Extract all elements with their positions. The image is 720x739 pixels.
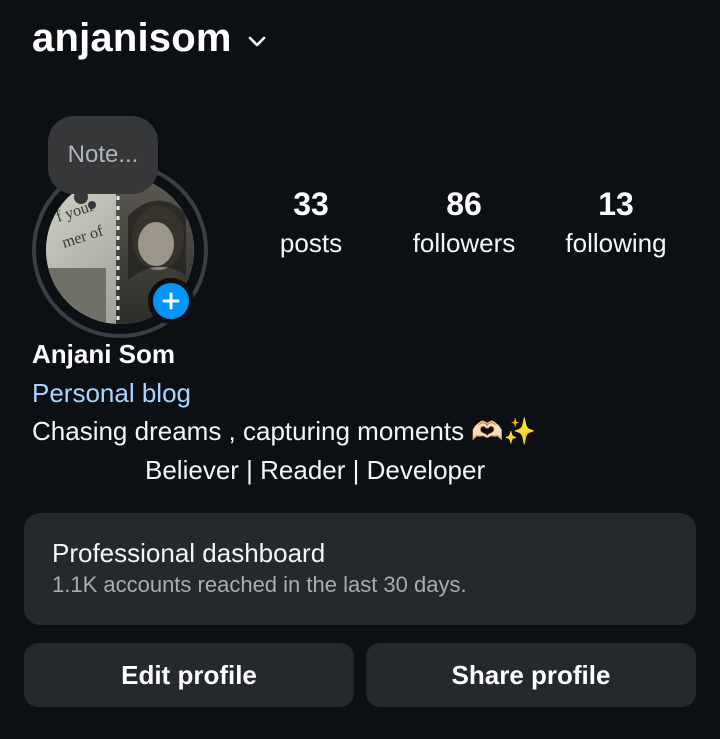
note-bubble-tail xyxy=(74,190,88,204)
following-label: following xyxy=(565,228,667,258)
plus-icon xyxy=(162,292,180,310)
add-story-button[interactable] xyxy=(148,278,194,324)
stat-posts[interactable]: 33 posts xyxy=(231,184,391,262)
stat-following[interactable]: 13 following xyxy=(536,184,696,262)
professional-dashboard-card[interactable]: Professional dashboard 1.1K accounts rea… xyxy=(24,513,696,625)
profile-name: Anjani Som xyxy=(32,339,176,369)
bio-line-1: Chasing dreams , capturing moments 🫶🏻✨ xyxy=(32,416,537,446)
chevron-down-icon[interactable] xyxy=(246,30,268,52)
followers-count: 86 xyxy=(446,186,482,222)
following-count: 13 xyxy=(598,186,634,222)
note-bubble[interactable]: Note... xyxy=(48,116,158,194)
bio-line-2: Believer | Reader | Developer xyxy=(145,455,486,485)
note-bubble-tail xyxy=(88,201,96,209)
profile-screen: anjanisom f your mer of ne Note... 33 po… xyxy=(0,0,720,739)
username[interactable]: anjanisom xyxy=(32,16,232,61)
edit-profile-button[interactable]: Edit profile xyxy=(24,643,354,707)
followers-label: followers xyxy=(412,228,516,258)
dashboard-title: Professional dashboard xyxy=(52,538,326,568)
account-switcher[interactable]: anjanisom xyxy=(32,12,268,64)
posts-count: 33 xyxy=(293,186,329,222)
share-profile-button[interactable]: Share profile xyxy=(366,643,696,707)
dashboard-subtitle: 1.1K accounts reached in the last 30 day… xyxy=(52,572,467,597)
posts-label: posts xyxy=(279,228,343,258)
stat-followers[interactable]: 86 followers xyxy=(384,184,544,262)
profile-category[interactable]: Personal blog xyxy=(32,378,191,409)
note-placeholder: Note... xyxy=(67,141,139,168)
